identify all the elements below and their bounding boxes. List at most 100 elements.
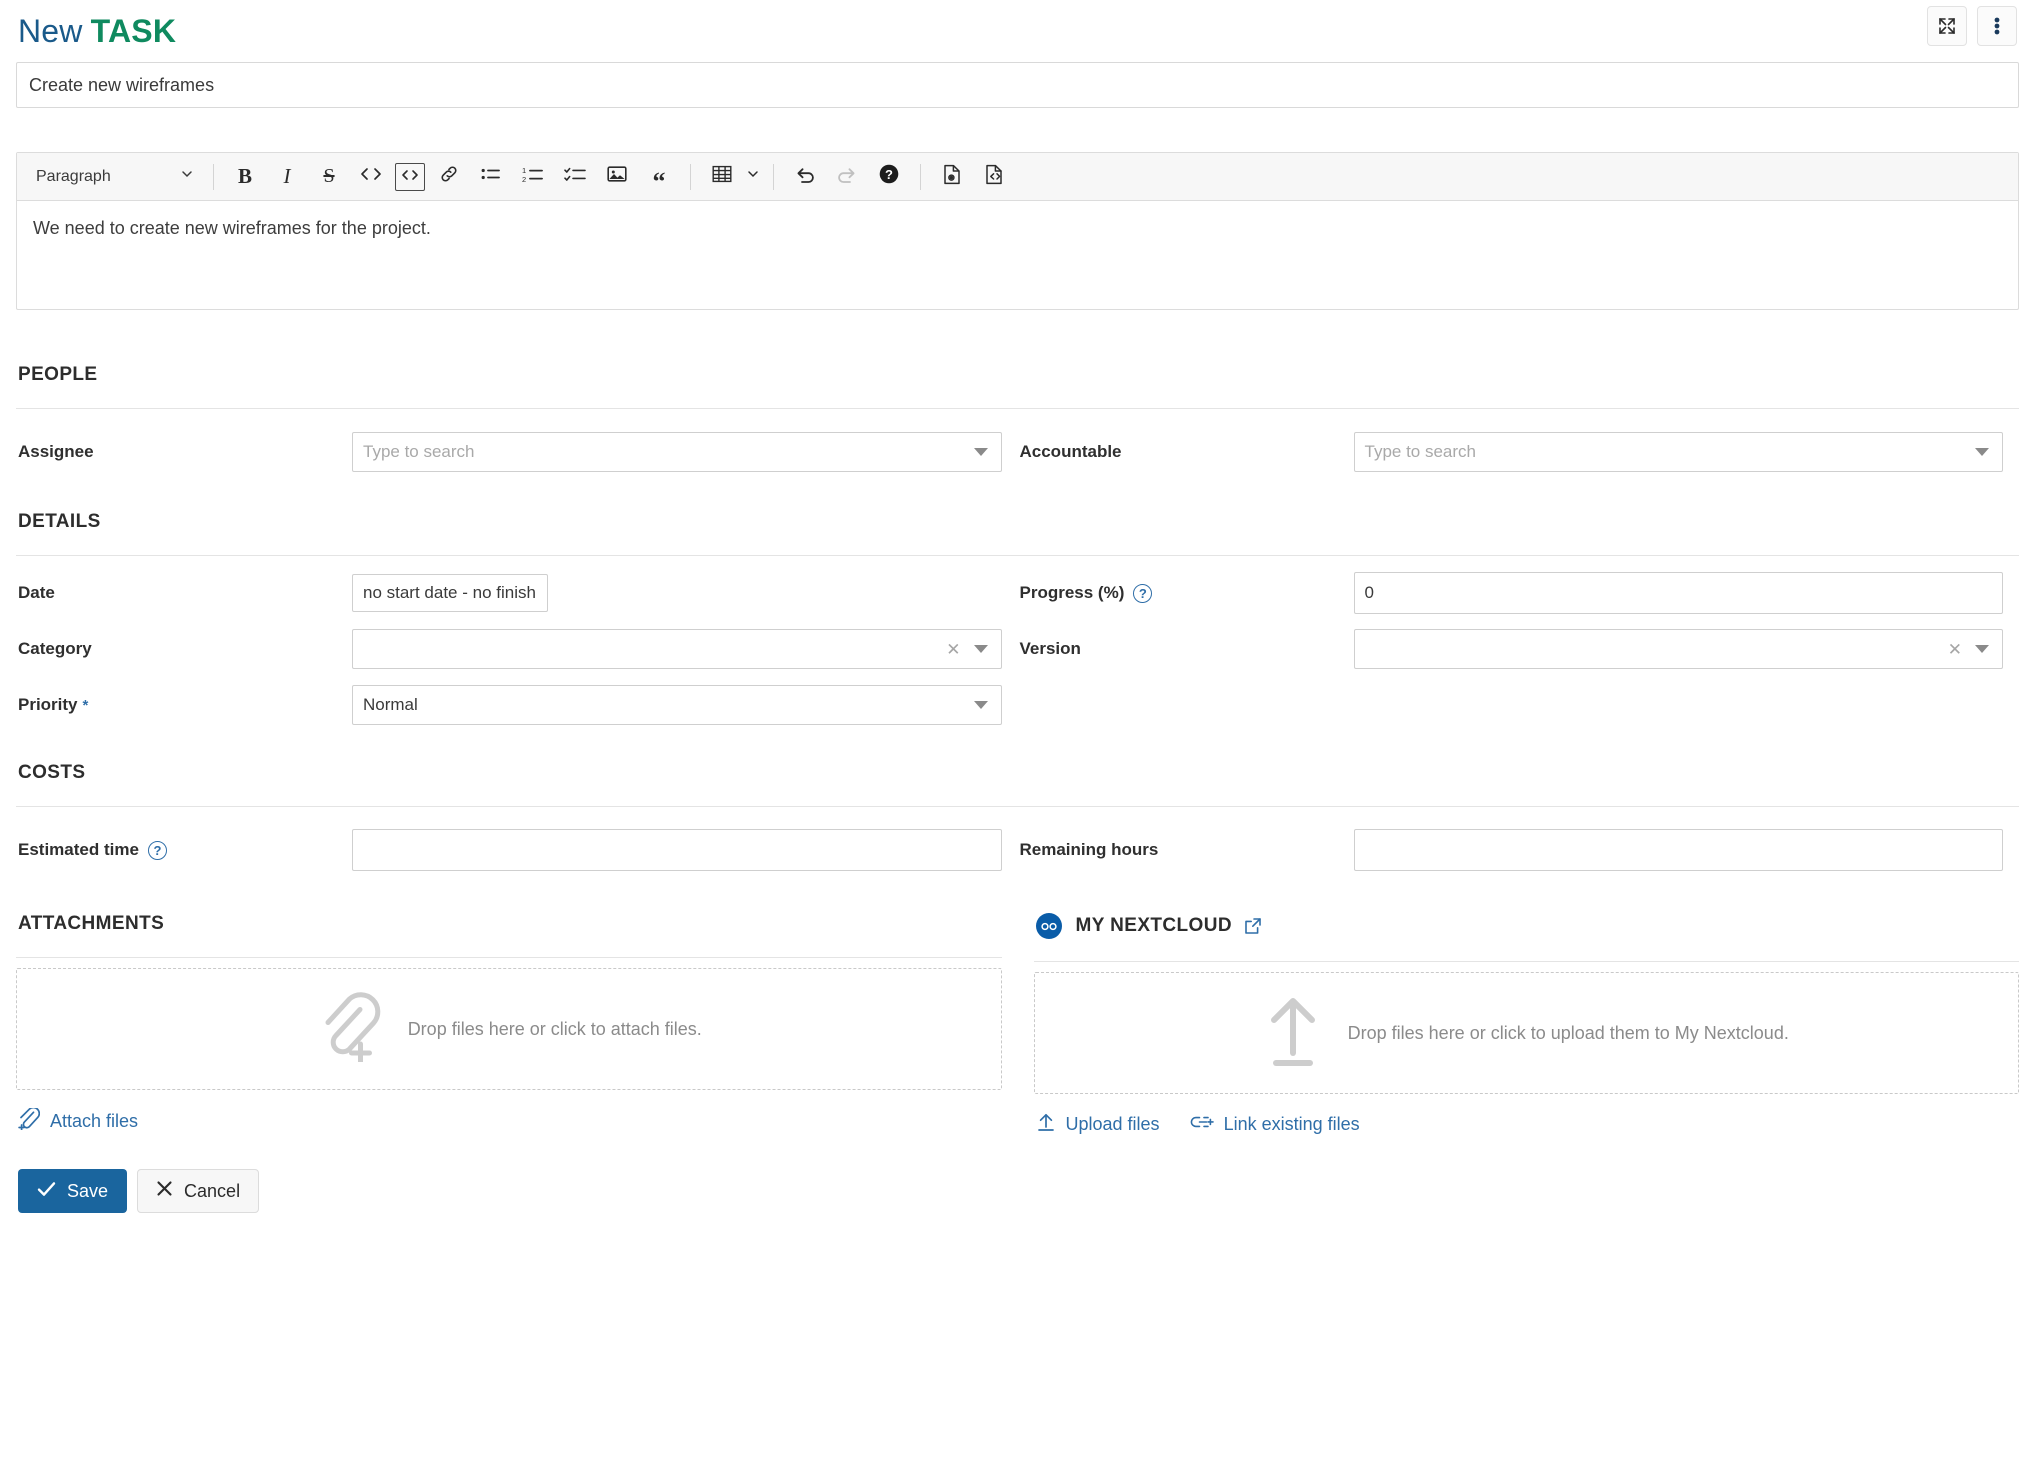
chevron-down-icon [746,167,760,186]
checklist-button[interactable] [557,160,593,194]
remaining-hours-input[interactable] [1354,829,2004,871]
upload-icon [1036,1112,1056,1137]
numbered-list-button[interactable]: 1 2 [515,160,551,194]
header-actions [1927,6,2017,46]
form-actions: Save Cancel [16,1169,2019,1213]
svg-text:2: 2 [522,175,526,183]
code-block-icon [401,168,419,186]
clear-icon[interactable]: ✕ [1948,641,1962,658]
strikethrough-button[interactable]: S [311,160,347,194]
image-button[interactable] [599,160,635,194]
subject-input[interactable] [16,62,2019,108]
description-body[interactable]: We need to create new wireframes for the… [17,201,2018,309]
category-label: Category [16,639,352,659]
svg-text:?: ? [885,167,893,182]
remaining-hours-row: Remaining hours [1018,829,2020,871]
priority-row: Priority * Normal [16,684,1018,726]
details-section: DETAILS Date Category ✕ [16,511,2019,726]
assignee-placeholder: Type to search [363,442,475,462]
attachments-area: ATTACHMENTS Drop files here or click to … [16,913,2019,1137]
bulleted-list-icon [481,166,501,187]
accountable-select[interactable]: Type to search [1354,432,2004,472]
details-section-title: DETAILS [16,511,2019,533]
section-divider [16,408,2019,409]
table-button[interactable] [704,160,740,194]
nextcloud-dropzone-text: Drop files here or click to upload them … [1348,1023,1789,1044]
costs-section: COSTS Estimated time ? Remaining hours [16,762,2019,871]
paragraph-style-select[interactable]: Paragraph [25,160,203,194]
category-row: Category ✕ [16,628,1018,670]
chevron-down-icon [1975,448,1989,456]
remaining-hours-label: Remaining hours [1018,840,1354,860]
date-input[interactable] [352,574,548,612]
table-options-chevron[interactable] [743,167,763,186]
preview-button[interactable] [934,160,970,194]
upload-files-link[interactable]: Upload files [1036,1112,1160,1137]
required-marker: * [83,697,89,714]
attachments-section: ATTACHMENTS Drop files here or click to … [16,913,1018,1137]
inline-code-icon [360,166,382,187]
inline-code-button[interactable] [353,160,389,194]
source-code-icon [984,164,1004,190]
description-text: We need to create new wireframes for the… [33,215,2002,242]
paperclip-plus-icon [18,1108,40,1135]
editor-toolbar: Paragraph B I S [17,153,2018,201]
blockquote-button[interactable]: “ [641,160,677,194]
fullscreen-button[interactable] [1927,6,1967,46]
page-title-entity: TASK [91,13,177,49]
toolbar-divider [213,164,214,190]
redo-button[interactable] [829,160,865,194]
fullscreen-expand-icon [1937,16,1957,36]
attach-files-link[interactable]: Attach files [18,1108,138,1135]
source-code-button[interactable] [976,160,1012,194]
costs-section-title: COSTS [16,762,2019,784]
attach-files-label: Attach files [50,1111,138,1132]
accountable-placeholder: Type to search [1365,442,1477,462]
cancel-button[interactable]: Cancel [137,1169,259,1213]
attachments-dropzone-text: Drop files here or click to attach files… [408,1019,702,1040]
version-select[interactable]: ✕ [1354,629,2004,669]
undo-icon [794,165,816,188]
cancel-button-label: Cancel [184,1181,240,1202]
save-button[interactable]: Save [18,1169,127,1213]
preview-icon [942,164,962,190]
progress-row: Progress (%) ? [1018,572,2020,614]
table-icon [712,165,732,188]
date-row: Date [16,572,1018,614]
link-existing-files-link[interactable]: Link existing files [1190,1113,1360,1136]
assignee-select[interactable]: Type to search [352,432,1002,472]
assignee-label: Assignee [16,442,352,462]
assignee-row: Assignee Type to search [16,431,1018,473]
chevron-down-icon [180,167,194,186]
bold-button[interactable]: B [227,160,263,194]
estimated-time-row: Estimated time ? [16,829,1018,871]
priority-value: Normal [363,695,418,715]
category-select[interactable]: ✕ [352,629,1002,669]
paperclip-plus-icon [316,992,382,1067]
nextcloud-dropzone[interactable]: Drop files here or click to upload them … [1034,972,2020,1094]
bulleted-list-button[interactable] [473,160,509,194]
clear-icon[interactable]: ✕ [946,641,960,658]
section-divider [16,555,2019,556]
progress-help-icon[interactable]: ? [1133,584,1152,603]
chevron-down-icon [1975,645,1989,653]
code-block-button[interactable] [395,163,425,191]
upload-arrow-icon [1264,995,1322,1072]
kebab-menu-icon [1994,15,2000,37]
estimated-time-input[interactable] [352,829,1002,871]
estimated-time-help-icon[interactable]: ? [148,841,167,860]
editor-help-button[interactable]: ? [871,160,907,194]
more-menu-button[interactable] [1977,6,2017,46]
image-icon [607,165,627,188]
link-button[interactable] [431,160,467,194]
nextcloud-header: MY NEXTCLOUD [1034,913,2020,939]
italic-button[interactable]: I [269,160,305,194]
progress-input[interactable] [1354,572,2004,614]
section-divider [16,806,2019,807]
attachments-dropzone[interactable]: Drop files here or click to attach files… [16,968,1002,1090]
external-link-icon[interactable] [1244,917,1262,935]
chevron-down-icon [974,645,988,653]
undo-button[interactable] [787,160,823,194]
toolbar-divider-2 [690,164,691,190]
priority-select[interactable]: Normal [352,685,1002,725]
